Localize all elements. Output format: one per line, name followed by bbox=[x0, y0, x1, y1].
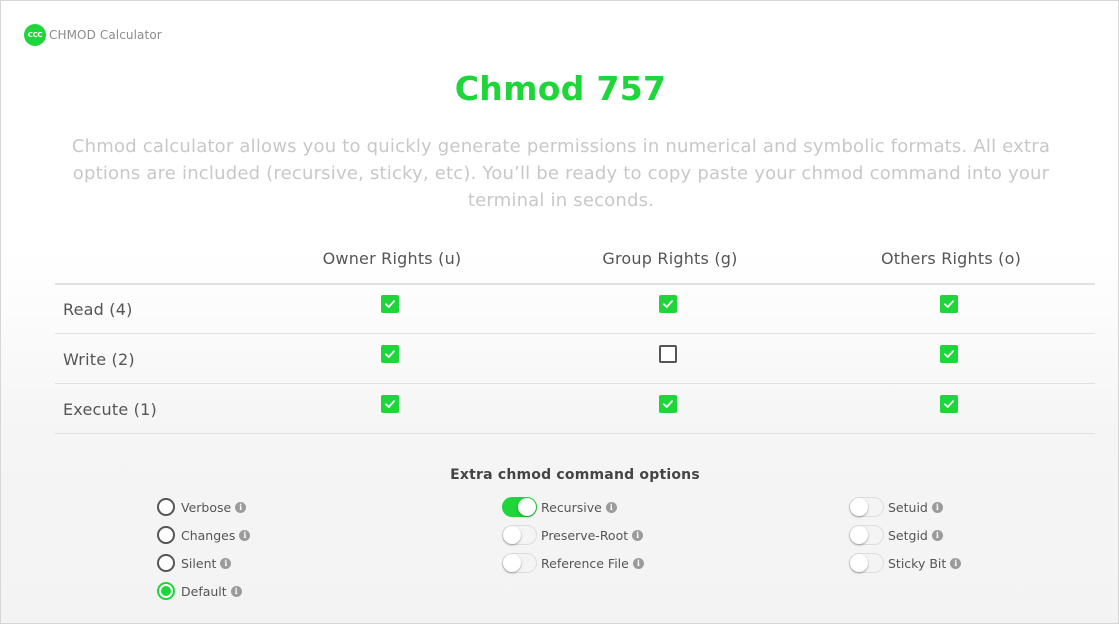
row-write: Write (2) bbox=[55, 334, 1095, 384]
row-label-execute: Execute (1) bbox=[63, 400, 157, 419]
checkbox-group-read[interactable] bbox=[659, 295, 677, 313]
page-frame: CCC CHMOD Calculator Chmod 757 Chmod cal… bbox=[0, 0, 1119, 624]
checkbox-others-read[interactable] bbox=[940, 295, 958, 313]
info-icon[interactable]: i bbox=[632, 557, 644, 569]
brand-logo: CCC bbox=[24, 24, 46, 46]
radio-default[interactable] bbox=[157, 582, 175, 600]
info-icon[interactable]: i bbox=[235, 501, 247, 513]
option-setgid[interactable]: Setgid i bbox=[849, 524, 943, 546]
option-label: Setuid bbox=[888, 499, 928, 515]
radio-changes[interactable] bbox=[157, 526, 175, 544]
info-icon[interactable]: i bbox=[605, 501, 617, 513]
checkbox-owner-write[interactable] bbox=[381, 345, 399, 363]
brand-name[interactable]: CHMOD Calculator bbox=[49, 28, 162, 42]
option-label: Sticky Bit bbox=[888, 555, 947, 571]
column-header-group: Group Rights (g) bbox=[602, 249, 738, 268]
row-execute: Execute (1) bbox=[55, 384, 1095, 434]
toggle-sticky-bit[interactable] bbox=[849, 553, 884, 573]
toggle-recursive[interactable] bbox=[502, 497, 537, 517]
row-read: Read (4) bbox=[55, 284, 1095, 334]
info-icon[interactable]: i bbox=[230, 585, 242, 597]
radio-silent[interactable] bbox=[157, 554, 175, 572]
option-changes[interactable]: Changes i bbox=[157, 524, 251, 546]
option-label: Reference File bbox=[541, 555, 629, 571]
option-label: Preserve-Root bbox=[541, 527, 629, 543]
info-icon[interactable]: i bbox=[931, 501, 943, 513]
column-header-owner: Owner Rights (u) bbox=[322, 249, 462, 268]
option-label: Verbose bbox=[181, 499, 232, 515]
options-title: Extra chmod command options bbox=[450, 467, 700, 483]
info-icon[interactable]: i bbox=[950, 557, 962, 569]
option-setuid[interactable]: Setuid i bbox=[849, 496, 943, 518]
toggle-setgid[interactable] bbox=[849, 525, 884, 545]
check-icon bbox=[944, 400, 954, 408]
toggle-knob bbox=[503, 554, 521, 572]
brand[interactable]: CCC CHMOD Calculator bbox=[24, 24, 162, 46]
checkbox-owner-read[interactable] bbox=[381, 295, 399, 313]
row-label-read: Read (4) bbox=[63, 300, 133, 319]
toggle-knob bbox=[850, 498, 868, 516]
option-label: Setgid bbox=[888, 527, 928, 543]
checkbox-others-write[interactable] bbox=[940, 345, 958, 363]
check-icon bbox=[385, 350, 395, 358]
option-silent[interactable]: Silent i bbox=[157, 552, 232, 574]
check-icon bbox=[944, 300, 954, 308]
option-reference-file[interactable]: Reference File i bbox=[502, 552, 644, 574]
check-icon bbox=[944, 350, 954, 358]
radio-verbose[interactable] bbox=[157, 498, 175, 516]
option-label: Default bbox=[181, 583, 227, 599]
checkbox-group-write[interactable] bbox=[659, 345, 677, 363]
toggle-reference-file[interactable] bbox=[502, 553, 537, 573]
check-icon bbox=[385, 300, 395, 308]
check-icon bbox=[663, 400, 673, 408]
option-recursive[interactable]: Recursive i bbox=[502, 496, 617, 518]
intro-text: Chmod calculator allows you to quickly g… bbox=[71, 136, 1051, 211]
option-label: Recursive bbox=[541, 499, 602, 515]
option-preserve-root[interactable]: Preserve-Root i bbox=[502, 524, 644, 546]
toggle-setuid[interactable] bbox=[849, 497, 884, 517]
row-label-write: Write (2) bbox=[63, 350, 135, 369]
option-sticky-bit[interactable]: Sticky Bit i bbox=[849, 552, 962, 574]
toggle-knob bbox=[850, 554, 868, 572]
option-default[interactable]: Default i bbox=[157, 580, 242, 602]
info-icon[interactable]: i bbox=[239, 529, 251, 541]
option-label: Silent bbox=[181, 555, 217, 571]
option-verbose[interactable]: Verbose i bbox=[157, 496, 247, 518]
check-icon bbox=[663, 300, 673, 308]
toggle-knob bbox=[850, 526, 868, 544]
info-icon[interactable]: i bbox=[220, 557, 232, 569]
column-header-others: Others Rights (o) bbox=[880, 249, 1022, 268]
info-icon[interactable]: i bbox=[632, 529, 644, 541]
option-label: Changes bbox=[181, 527, 236, 543]
toggle-preserve-root[interactable] bbox=[502, 525, 537, 545]
page-title: Chmod 757 bbox=[454, 69, 667, 108]
toggle-knob bbox=[503, 526, 521, 544]
checkbox-group-execute[interactable] bbox=[659, 395, 677, 413]
check-icon bbox=[385, 400, 395, 408]
info-icon[interactable]: i bbox=[931, 529, 943, 541]
checkbox-others-execute[interactable] bbox=[940, 395, 958, 413]
toggle-knob bbox=[518, 498, 536, 516]
checkbox-owner-execute[interactable] bbox=[381, 395, 399, 413]
